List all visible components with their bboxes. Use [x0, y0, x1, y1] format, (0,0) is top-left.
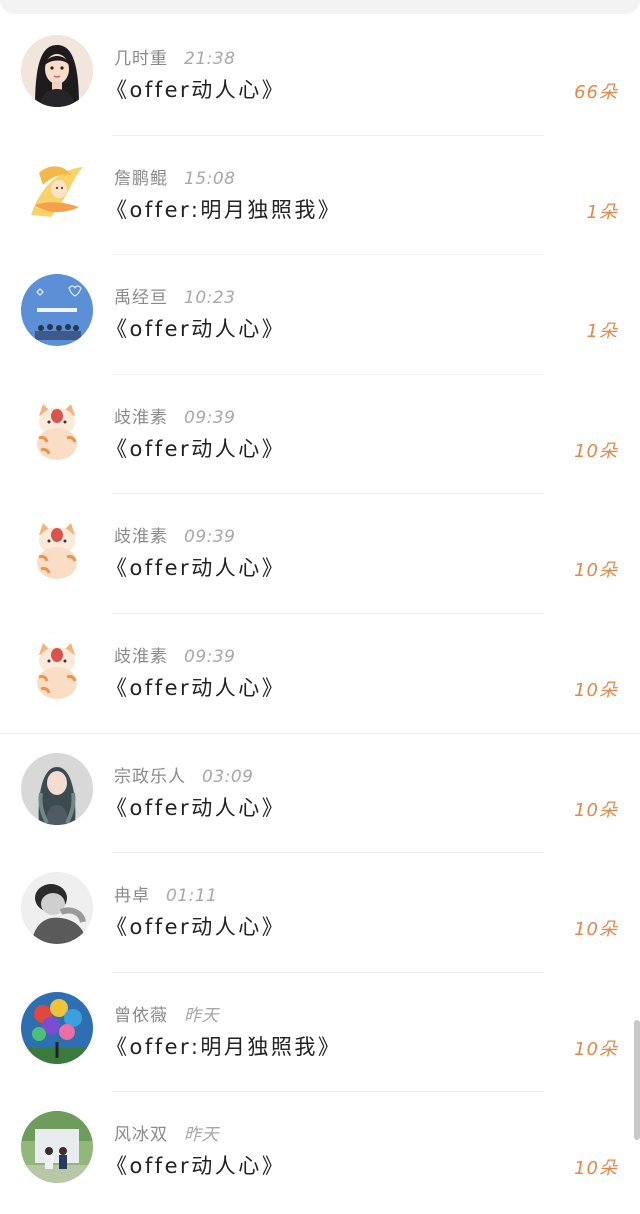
- cartoon-cat-avatar[interactable]: [21, 632, 93, 705]
- flower-count: 10朵: [574, 799, 618, 821]
- gift-time: 21:38: [184, 49, 236, 69]
- work-title[interactable]: 《offer动人心》: [106, 1150, 285, 1180]
- sender-name: 詹鹏鲲: [114, 168, 168, 189]
- sender-meta: 冉卓 01:11: [114, 881, 218, 906]
- sender-name: 禹经亘: [114, 288, 168, 309]
- flower-count: 1朵: [586, 201, 618, 223]
- work-title[interactable]: 《offer动人心》: [106, 74, 285, 104]
- sender-meta: 风冰双 昨天: [114, 1120, 219, 1145]
- gift-list: 几时重 21:38 《offer动人心》 66朵 詹鹏鲲 15:08 《offe…: [0, 16, 640, 1212]
- work-title[interactable]: 《offer动人心》: [106, 552, 285, 582]
- sender-name: 宗政乐人: [114, 766, 186, 787]
- flower-count: 66朵: [574, 82, 618, 103]
- list-item[interactable]: 詹鹏鲲 15:08 《offer:明月独照我》 1朵: [0, 136, 640, 256]
- work-title[interactable]: 《offer动人心》: [106, 792, 285, 822]
- balloons-avatar[interactable]: [21, 991, 93, 1064]
- list-item[interactable]: 几时重 21:38 《offer动人心》 66朵: [0, 16, 640, 136]
- top-panel-edge: [0, 0, 640, 14]
- flower-count: 10朵: [574, 440, 618, 462]
- gift-time: 03:09: [202, 766, 254, 787]
- gift-time: 昨天: [184, 1125, 219, 1146]
- list-item[interactable]: 风冰双 昨天 《offer动人心》 10朵: [0, 1092, 640, 1212]
- list-item[interactable]: 宗政乐人 03:09 《offer动人心》 10朵: [0, 734, 640, 854]
- sender-name: 歧淮素: [114, 527, 168, 548]
- sender-meta: 詹鹏鲲 15:08: [114, 164, 236, 189]
- list-item[interactable]: 禹经亘 10:23 《offer动人心》 1朵: [0, 255, 640, 375]
- long-hair-girl-avatar[interactable]: [21, 752, 93, 825]
- sender-meta: 歧淮素 09:39: [114, 642, 236, 667]
- gift-time: 09:39: [184, 527, 236, 548]
- sender-name: 冉卓: [114, 886, 150, 907]
- work-title[interactable]: 《offer:明月独照我》: [106, 1031, 341, 1061]
- gift-time: 01:11: [166, 886, 218, 907]
- teens-in-times-avatar[interactable]: [21, 274, 93, 347]
- flower-count: 10朵: [574, 1158, 618, 1180]
- anime-character-avatar[interactable]: [21, 154, 93, 227]
- portrait-girl-avatar[interactable]: [21, 35, 93, 107]
- sender-meta: 歧淮素 09:39: [114, 403, 236, 428]
- flower-count: 10朵: [574, 919, 618, 941]
- flower-count: 10朵: [574, 1038, 618, 1060]
- cartoon-cat-avatar[interactable]: [21, 393, 93, 466]
- gift-record-page: 几时重 21:38 《offer动人心》 66朵 詹鹏鲲 15:08 《offe…: [0, 0, 640, 1214]
- gift-time: 09:39: [184, 646, 236, 667]
- sender-meta: 曾依薇 昨天: [114, 1001, 219, 1026]
- sender-name: 风冰双: [114, 1125, 168, 1146]
- list-item[interactable]: 曾依薇 昨天 《offer:明月独照我》 10朵: [0, 973, 640, 1093]
- work-title[interactable]: 《offer动人心》: [106, 911, 285, 941]
- cartoon-cat-avatar[interactable]: [21, 513, 93, 586]
- gift-time: 15:08: [184, 168, 236, 189]
- work-title[interactable]: 《offer动人心》: [106, 672, 285, 702]
- flower-count: 10朵: [574, 560, 618, 582]
- work-title[interactable]: 《offer动人心》: [106, 313, 285, 343]
- sender-name: 几时重: [114, 49, 168, 69]
- sender-name: 歧淮素: [114, 646, 168, 667]
- work-title[interactable]: 《offer动人心》: [106, 433, 285, 463]
- sender-meta: 宗政乐人 03:09: [114, 762, 254, 787]
- monochrome-child-avatar[interactable]: [21, 872, 93, 945]
- sender-name: 歧淮素: [114, 407, 168, 428]
- scrollbar-thumb[interactable]: [634, 1020, 640, 1140]
- list-item[interactable]: 歧淮素 09:39 《offer动人心》 10朵: [0, 375, 640, 495]
- gift-time: 10:23: [184, 288, 236, 309]
- sender-name: 曾依薇: [114, 1005, 168, 1026]
- list-item[interactable]: 歧淮素 09:39 《offer动人心》 10朵: [0, 614, 640, 734]
- work-title[interactable]: 《offer:明月独照我》: [106, 194, 341, 224]
- sender-meta: 禹经亘 10:23: [114, 283, 236, 308]
- sender-meta: 几时重 21:38: [114, 44, 236, 69]
- list-item[interactable]: 冉卓 01:11 《offer动人心》 10朵: [0, 853, 640, 973]
- list-item[interactable]: 歧淮素 09:39 《offer动人心》 10朵: [0, 494, 640, 614]
- gift-time: 昨天: [184, 1005, 219, 1026]
- outdoor-couple-avatar[interactable]: [21, 1111, 93, 1184]
- flower-count: 1朵: [586, 321, 618, 343]
- flower-count: 10朵: [574, 679, 618, 701]
- sender-meta: 歧淮素 09:39: [114, 522, 236, 547]
- gift-time: 09:39: [184, 407, 236, 428]
